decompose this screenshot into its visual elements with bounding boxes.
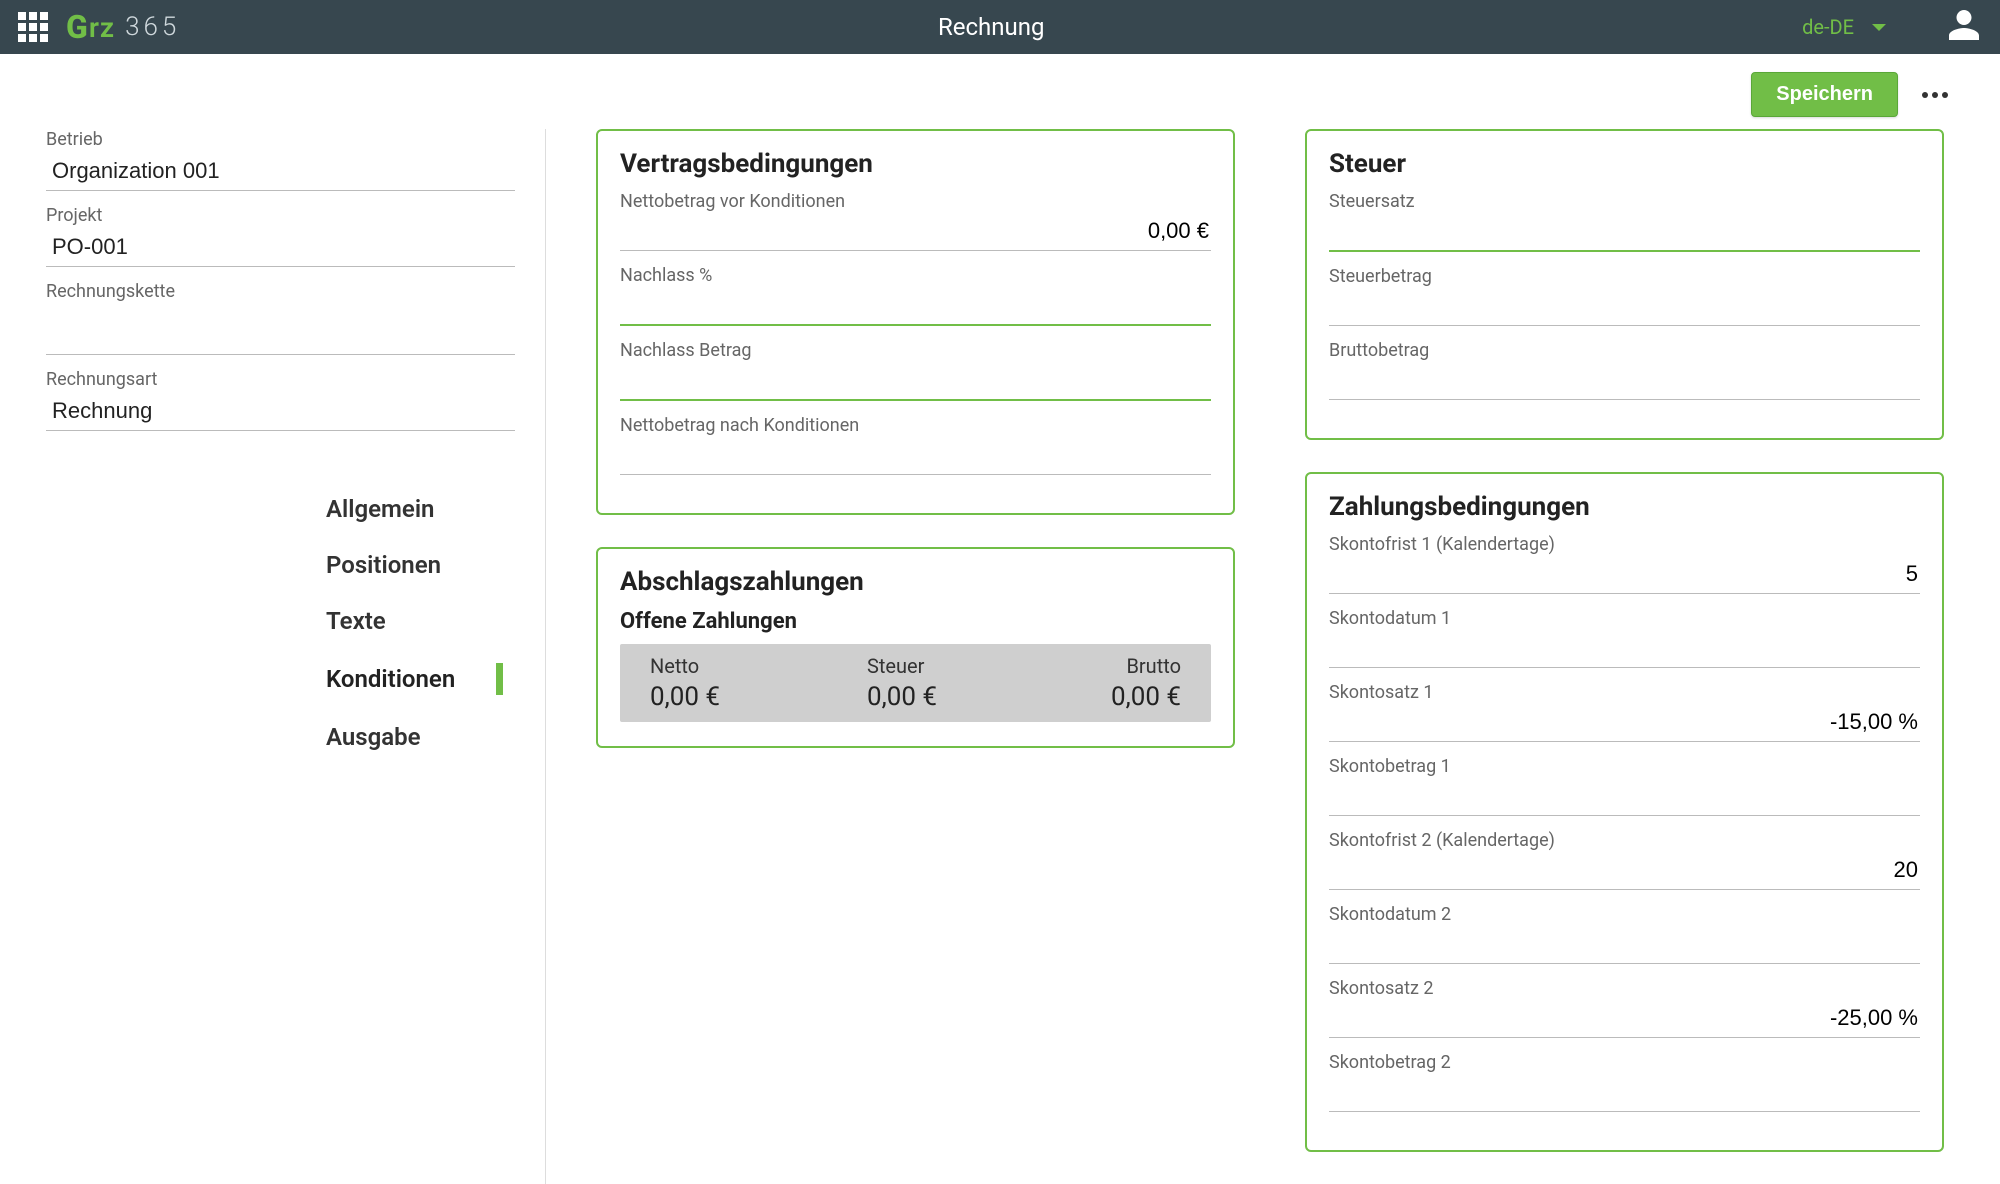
field-label: Nachlass % <box>620 265 1211 286</box>
action-bar: Speichern <box>0 54 2000 129</box>
netto-nach-field[interactable] <box>620 440 1211 475</box>
skontofrist2-field[interactable] <box>1329 855 1920 890</box>
content-area: Vertragsbedingungen Nettobetrag vor Kond… <box>546 129 1954 1184</box>
col-value: 0,00 € <box>650 682 827 712</box>
nav-label: Texte <box>326 607 386 635</box>
skontosatz2-field[interactable] <box>1329 1003 1920 1038</box>
zahlungsbedingungen-card: Zahlungsbedingungen Skontofrist 1 (Kalen… <box>1305 472 1944 1152</box>
skontodatum2-field[interactable] <box>1329 929 1920 964</box>
field-label: Nettobetrag nach Konditionen <box>620 415 1211 436</box>
logo-rz: rz <box>89 11 115 44</box>
nachlass-betrag-field[interactable] <box>620 365 1211 401</box>
language-select[interactable]: de-DE <box>1802 15 1916 39</box>
kette-field[interactable] <box>46 306 515 355</box>
field-label: Skontofrist 1 (Kalendertage) <box>1329 534 1920 555</box>
field-label: Bruttobetrag <box>1329 340 1920 361</box>
vertragsbedingungen-card: Vertragsbedingungen Nettobetrag vor Kond… <box>596 129 1235 515</box>
steuerbetrag-field[interactable] <box>1329 291 1920 326</box>
nav-konditionen[interactable]: Konditionen <box>326 649 515 709</box>
nav-label: Konditionen <box>326 665 455 693</box>
abschlagszahlungen-card: Abschlagszahlungen Offene Zahlungen Nett… <box>596 547 1235 748</box>
field-label: Skontodatum 2 <box>1329 904 1920 925</box>
nav-ausgabe[interactable]: Ausgabe <box>326 709 515 765</box>
field-label: Steuerbetrag <box>1329 266 1920 287</box>
card-title: Abschlagszahlungen <box>620 567 1211 597</box>
section-nav: Allgemein Positionen Texte Konditionen A… <box>46 481 515 765</box>
logo[interactable]: G rz 365 <box>66 8 180 46</box>
skontofrist1-field[interactable] <box>1329 559 1920 594</box>
bruttobetrag-field[interactable] <box>1329 365 1920 400</box>
field-label: Skontosatz 2 <box>1329 978 1920 999</box>
language-value: de-DE <box>1802 15 1854 39</box>
skontobetrag1-field[interactable] <box>1329 781 1920 816</box>
nav-positionen[interactable]: Positionen <box>326 537 515 593</box>
steuersatz-field[interactable] <box>1329 216 1920 252</box>
user-icon[interactable] <box>1946 7 1982 47</box>
col-label: Brutto <box>1004 654 1181 678</box>
field-label: Skontobetrag 2 <box>1329 1052 1920 1073</box>
col-value: 0,00 € <box>867 682 1004 712</box>
projekt-label: Projekt <box>46 205 515 226</box>
field-label: Skontobetrag 1 <box>1329 756 1920 777</box>
skontosatz1-field[interactable] <box>1329 707 1920 742</box>
logo-365: 365 <box>125 12 180 42</box>
betrieb-label: Betrieb <box>46 129 515 150</box>
betrieb-field[interactable] <box>46 154 515 191</box>
field-label: Nachlass Betrag <box>620 340 1211 361</box>
field-label: Nettobetrag vor Konditionen <box>620 191 1211 212</box>
field-label: Skontodatum 1 <box>1329 608 1920 629</box>
art-label: Rechnungsart <box>46 369 515 390</box>
card-subtitle: Offene Zahlungen <box>620 609 1211 634</box>
card-title: Zahlungsbedingungen <box>1329 492 1920 522</box>
top-bar: G rz 365 Rechnung de-DE <box>0 0 2000 54</box>
col-value: 0,00 € <box>1004 682 1181 712</box>
nav-texte[interactable]: Texte <box>326 593 515 649</box>
projekt-field[interactable] <box>46 230 515 267</box>
save-button[interactable]: Speichern <box>1751 72 1898 117</box>
netto-vor-field[interactable] <box>620 216 1211 251</box>
card-title: Vertragsbedingungen <box>620 149 1211 179</box>
skontodatum1-field[interactable] <box>1329 633 1920 668</box>
skontobetrag2-field[interactable] <box>1329 1077 1920 1112</box>
col-label: Steuer <box>867 654 1004 678</box>
field-label: Steuersatz <box>1329 191 1920 212</box>
nav-label: Allgemein <box>326 495 434 523</box>
apps-icon[interactable] <box>18 12 48 42</box>
nav-label: Positionen <box>326 551 441 579</box>
nav-allgemein[interactable]: Allgemein <box>326 481 515 537</box>
more-icon[interactable] <box>1916 86 1954 104</box>
left-panel: Betrieb Projekt Rechnungskette Rechnungs… <box>46 129 546 1184</box>
steuer-card: Steuer Steuersatz Steuerbetrag Bruttobet… <box>1305 129 1944 440</box>
field-label: Skontofrist 2 (Kalendertage) <box>1329 830 1920 851</box>
field-label: Skontosatz 1 <box>1329 682 1920 703</box>
payments-table: Netto 0,00 € Steuer 0,00 € Brutto 0,00 € <box>620 644 1211 722</box>
nachlass-prozent-field[interactable] <box>620 290 1211 326</box>
kette-label: Rechnungskette <box>46 281 515 302</box>
nav-label: Ausgabe <box>326 723 421 751</box>
art-field[interactable] <box>46 394 515 431</box>
col-label: Netto <box>650 654 827 678</box>
card-title: Steuer <box>1329 149 1920 179</box>
chevron-down-icon <box>1872 24 1886 31</box>
logo-g: G <box>66 8 87 46</box>
page-title: Rechnung <box>180 13 1802 41</box>
